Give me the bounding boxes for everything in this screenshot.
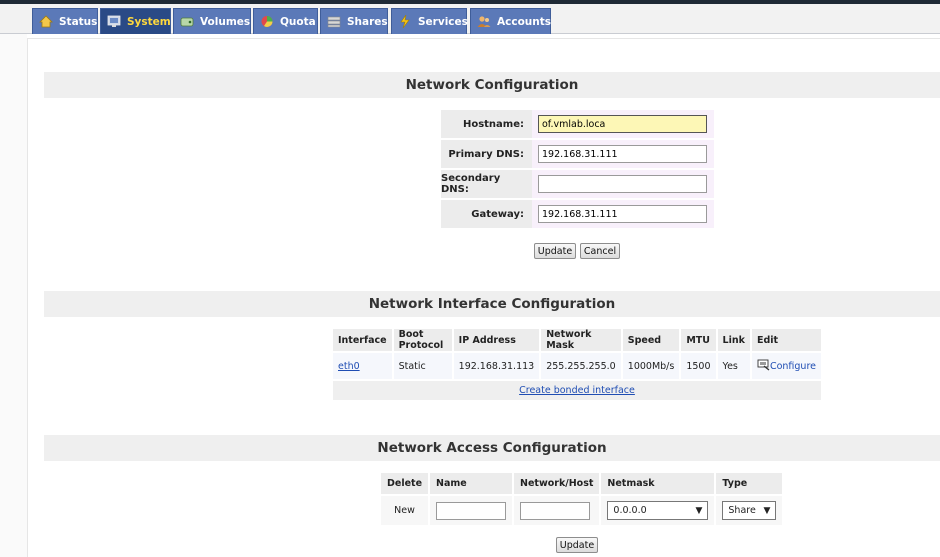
- dropdown-arrow-icon: ▼: [763, 505, 771, 516]
- quota-icon: [260, 15, 274, 28]
- interface-table: Interface Boot Protocol IP Address Netwo…: [333, 329, 824, 400]
- tab-system[interactable]: System: [100, 8, 171, 34]
- col-type: Type: [715, 473, 785, 495]
- hostname-label: Hostname:: [441, 110, 532, 140]
- col-ip-address: IP Address: [452, 329, 542, 352]
- name-cell: [429, 494, 515, 525]
- tab-services[interactable]: Services: [391, 8, 468, 34]
- col-boot-protocol: Boot Protocol: [392, 329, 454, 352]
- ip-address-cell: 192.168.31.113: [452, 351, 542, 380]
- section-title: Network Interface Configuration: [368, 296, 616, 312]
- col-network-host: Network/Host: [513, 473, 602, 495]
- network-cell: [513, 494, 602, 525]
- network-cancel-button[interactable]: Cancel: [580, 243, 620, 259]
- interface-cell: eth0: [333, 351, 394, 380]
- network-config-header: Network Configuration: [44, 72, 940, 98]
- tab-accounts[interactable]: Accounts: [470, 8, 551, 34]
- tab-label: Volumes: [200, 15, 251, 28]
- interface-link-eth0[interactable]: eth0: [338, 361, 360, 372]
- gateway-label: Gateway:: [441, 200, 532, 230]
- col-delete: Delete: [381, 473, 431, 495]
- tab-label: Services: [418, 15, 468, 28]
- accounts-icon: [477, 15, 491, 28]
- mtu-cell: 1500: [680, 351, 718, 380]
- interface-config-header: Network Interface Configuration: [44, 291, 940, 317]
- network-update-button[interactable]: Update: [534, 243, 576, 259]
- gateway-input[interactable]: [538, 205, 707, 223]
- access-network-input[interactable]: [520, 501, 591, 520]
- status-icon: [39, 15, 53, 28]
- access-name-input[interactable]: [436, 501, 507, 520]
- speed-cell: 1000Mb/s: [621, 351, 682, 380]
- table-header-row: Interface Boot Protocol IP Address Netwo…: [333, 329, 824, 352]
- tab-status[interactable]: Status: [32, 8, 98, 34]
- access-update-button[interactable]: Update: [556, 537, 598, 553]
- main-nav: Status System Volumes Quota Shares Servi…: [0, 4, 940, 34]
- secondary-dns-cell: [532, 170, 714, 200]
- access-table: Delete Name Network/Host Netmask Type Ne…: [381, 473, 785, 525]
- tab-label: Quota: [280, 15, 316, 28]
- table-row: New 0.0.0.0 ▼ Share ▼: [381, 494, 785, 525]
- tab-label: System: [127, 15, 171, 28]
- netmask-value: 0.0.0.0: [613, 505, 647, 516]
- boot-protocol-cell: Static: [392, 351, 454, 380]
- section-title: Network Access Configuration: [377, 440, 607, 456]
- primary-dns-input[interactable]: [538, 145, 707, 163]
- tab-label: Shares: [347, 15, 388, 28]
- configure-icon[interactable]: [757, 359, 770, 374]
- hostname-cell: [532, 110, 714, 140]
- netmask-cell: 0.0.0.0 ▼: [600, 494, 717, 525]
- tab-volumes[interactable]: Volumes: [173, 8, 251, 34]
- tab-label: Status: [59, 15, 98, 28]
- col-netmask: Netmask: [600, 473, 717, 495]
- col-link: Link: [716, 329, 752, 352]
- access-config-header: Network Access Configuration: [44, 435, 940, 461]
- col-interface: Interface: [333, 329, 394, 352]
- table-header-row: Delete Name Network/Host Netmask Type: [381, 473, 785, 495]
- hostname-row: Hostname:: [441, 110, 714, 140]
- col-name: Name: [429, 473, 515, 495]
- create-bonded-interface-link[interactable]: Create bonded interface: [519, 385, 635, 396]
- shares-icon: [327, 15, 341, 28]
- network-mask-cell: 255.255.255.0: [540, 351, 623, 380]
- gateway-row: Gateway:: [441, 200, 714, 230]
- tab-quota[interactable]: Quota: [253, 8, 318, 34]
- secondary-dns-row: Secondary DNS:: [441, 170, 714, 200]
- network-config-form: Hostname: Primary DNS: Secondary DNS: Ga…: [441, 110, 714, 230]
- table-row: eth0 Static 192.168.31.113 255.255.255.0…: [333, 351, 824, 380]
- col-speed: Speed: [621, 329, 682, 352]
- services-icon: [398, 14, 412, 29]
- new-label: New: [381, 494, 431, 525]
- secondary-dns-input[interactable]: [538, 175, 707, 193]
- netmask-select[interactable]: 0.0.0.0 ▼: [607, 501, 709, 520]
- section-title: Network Configuration: [405, 77, 579, 93]
- bond-cell: Create bonded interface: [333, 379, 823, 400]
- configure-link[interactable]: Configure: [770, 361, 816, 372]
- col-mtu: MTU: [680, 329, 718, 352]
- col-edit: Edit: [750, 329, 824, 352]
- link-cell: Yes: [716, 351, 752, 380]
- primary-dns-row: Primary DNS:: [441, 140, 714, 170]
- left-margin: [0, 34, 27, 557]
- type-value: Share: [728, 505, 756, 516]
- hostname-input[interactable]: [538, 115, 707, 133]
- volumes-icon: [180, 15, 194, 28]
- primary-dns-cell: [532, 140, 714, 170]
- edit-cell: Configure: [750, 351, 824, 380]
- type-cell: Share ▼: [715, 494, 785, 525]
- dropdown-arrow-icon: ▼: [695, 505, 703, 516]
- bond-row: Create bonded interface: [333, 379, 823, 400]
- system-icon: [107, 15, 121, 28]
- col-network-mask: Network Mask: [540, 329, 623, 352]
- gateway-cell: [532, 200, 714, 230]
- tab-shares[interactable]: Shares: [320, 8, 388, 34]
- type-select[interactable]: Share ▼: [722, 501, 777, 520]
- tab-label: Accounts: [497, 15, 552, 28]
- primary-dns-label: Primary DNS:: [441, 140, 532, 170]
- secondary-dns-label: Secondary DNS:: [441, 170, 532, 200]
